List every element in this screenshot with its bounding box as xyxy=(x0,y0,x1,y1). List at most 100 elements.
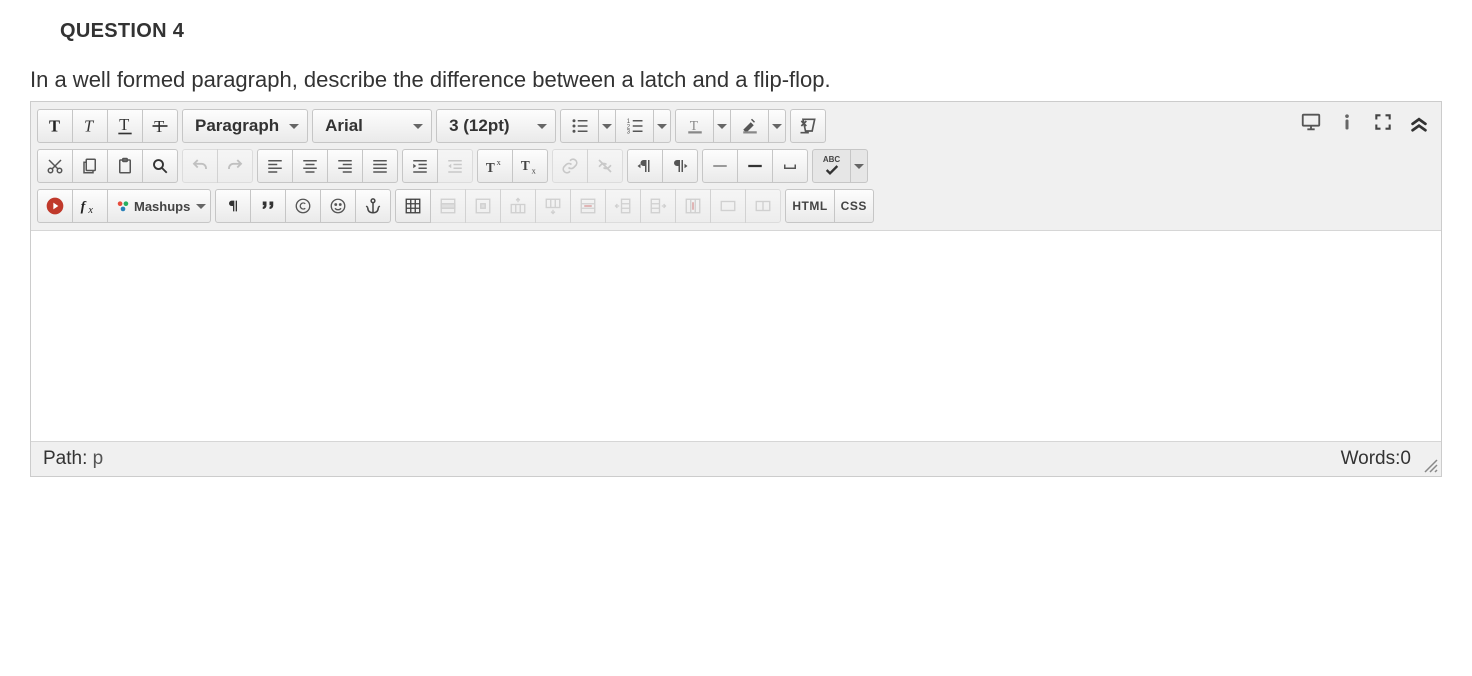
table-insert-col-after-button[interactable] xyxy=(640,189,676,223)
preview-icon[interactable] xyxy=(1297,108,1325,136)
nbsp-button[interactable] xyxy=(772,149,808,183)
link-button[interactable] xyxy=(552,149,588,183)
symbol-copyright-button[interactable] xyxy=(285,189,321,223)
editor-toolbar: T T T T Paragraph Ari xyxy=(31,102,1441,231)
question-prompt: In a well formed paragraph, describe the… xyxy=(30,67,1442,93)
svg-text:x: x xyxy=(532,167,537,176)
align-left-button[interactable] xyxy=(257,149,293,183)
chevron-down-icon xyxy=(657,124,667,129)
font-select-label: Arial xyxy=(325,116,363,136)
table-insert-row-after-button[interactable] xyxy=(535,189,571,223)
paste-button[interactable] xyxy=(107,149,143,183)
hr-thick-button[interactable] xyxy=(737,149,773,183)
math-fx-button[interactable]: fx xyxy=(72,189,108,223)
align-justify-button[interactable] xyxy=(362,149,398,183)
chevron-down-icon xyxy=(196,204,206,209)
subscript-button[interactable]: Tx xyxy=(512,149,548,183)
table-delete-row-button[interactable] xyxy=(570,189,606,223)
font-size-select[interactable]: 3 (12pt) xyxy=(436,109,556,143)
svg-text:x: x xyxy=(87,205,93,216)
align-center-button[interactable] xyxy=(292,149,328,183)
text-color-button[interactable]: T xyxy=(675,109,731,143)
chevron-down-icon xyxy=(602,124,612,129)
clear-formatting-button[interactable] xyxy=(790,109,826,143)
css-button[interactable]: CSS xyxy=(834,189,874,223)
format-select[interactable]: Paragraph xyxy=(182,109,308,143)
editor-content-area[interactable] xyxy=(31,231,1441,441)
text-editor: T T T T Paragraph Ari xyxy=(30,101,1442,477)
svg-text:T: T xyxy=(119,116,129,134)
rtl-button[interactable] xyxy=(662,149,698,183)
copy-button[interactable] xyxy=(72,149,108,183)
status-words-value: 0 xyxy=(1400,448,1411,469)
redo-button[interactable] xyxy=(217,149,253,183)
bold-button[interactable]: T xyxy=(37,109,73,143)
svg-text:T: T xyxy=(84,117,95,135)
ltr-button[interactable] xyxy=(627,149,663,183)
mashups-button[interactable]: Mashups xyxy=(107,189,211,223)
show-blocks-button[interactable] xyxy=(215,189,251,223)
indent-button[interactable] xyxy=(402,149,438,183)
number-list-button[interactable]: 123 xyxy=(615,109,671,143)
highlight-color-button[interactable] xyxy=(730,109,786,143)
html-button[interactable]: HTML xyxy=(785,189,834,223)
svg-text:T: T xyxy=(49,117,60,135)
italic-button[interactable]: T xyxy=(72,109,108,143)
undo-button[interactable] xyxy=(182,149,218,183)
strikethrough-button[interactable]: T xyxy=(142,109,178,143)
spellcheck-button[interactable]: ABC xyxy=(812,149,868,183)
cut-button[interactable] xyxy=(37,149,73,183)
bullet-list-button[interactable] xyxy=(560,109,616,143)
table-insert-button[interactable] xyxy=(395,189,431,223)
svg-text:T: T xyxy=(689,118,698,133)
chevron-down-icon xyxy=(289,124,299,129)
unlink-button[interactable] xyxy=(587,149,623,183)
svg-text:T: T xyxy=(486,160,495,175)
info-icon[interactable] xyxy=(1333,108,1361,136)
editor-statusbar: Path: p Words:0 xyxy=(31,441,1441,476)
chevron-down-icon xyxy=(413,124,423,129)
collapse-icon[interactable] xyxy=(1405,108,1433,136)
find-button[interactable] xyxy=(142,149,178,183)
toolbar-row-2: Tx Tx ABC xyxy=(37,146,1435,186)
toolbar-row-1: T T T T Paragraph Ari xyxy=(37,106,1435,146)
blockquote-button[interactable] xyxy=(250,189,286,223)
align-right-button[interactable] xyxy=(327,149,363,183)
outdent-button[interactable] xyxy=(437,149,473,183)
hr-thin-button[interactable] xyxy=(702,149,738,183)
html-label: HTML xyxy=(792,199,827,213)
underline-button[interactable]: T xyxy=(107,109,143,143)
superscript-button[interactable]: Tx xyxy=(477,149,513,183)
toolbar-right-tools xyxy=(1297,108,1433,136)
toolbar-row-3: fx Mashups xyxy=(37,186,1435,226)
svg-text:x: x xyxy=(497,158,502,167)
font-size-select-label: 3 (12pt) xyxy=(449,116,509,136)
status-words: Words:0 xyxy=(1341,448,1429,470)
status-path-label: Path: xyxy=(43,448,87,469)
emoji-button[interactable] xyxy=(320,189,356,223)
table-cell-props-button[interactable] xyxy=(465,189,501,223)
css-label: CSS xyxy=(841,199,867,213)
fullscreen-icon[interactable] xyxy=(1369,108,1397,136)
svg-text:f: f xyxy=(81,199,87,215)
spellcheck-abc-label: ABC xyxy=(823,156,840,164)
table-split-button[interactable] xyxy=(745,189,781,223)
font-select[interactable]: Arial xyxy=(312,109,432,143)
table-insert-col-before-button[interactable] xyxy=(605,189,641,223)
table-delete-col-button[interactable] xyxy=(675,189,711,223)
format-select-label: Paragraph xyxy=(195,116,279,136)
chevron-down-icon xyxy=(854,164,864,169)
table-merge-button[interactable] xyxy=(710,189,746,223)
chevron-down-icon xyxy=(772,124,782,129)
anchor-button[interactable] xyxy=(355,189,391,223)
status-path-value[interactable]: p xyxy=(93,448,104,469)
table-insert-row-before-button[interactable] xyxy=(500,189,536,223)
resize-handle[interactable] xyxy=(1423,458,1439,474)
status-path: Path: p xyxy=(43,448,103,470)
mashups-label: Mashups xyxy=(134,199,190,214)
svg-text:T: T xyxy=(521,158,530,173)
chevron-down-icon xyxy=(717,124,727,129)
table-row-props-button[interactable] xyxy=(430,189,466,223)
question-title: QUESTION 4 xyxy=(60,20,1442,43)
media-play-button[interactable] xyxy=(37,189,73,223)
